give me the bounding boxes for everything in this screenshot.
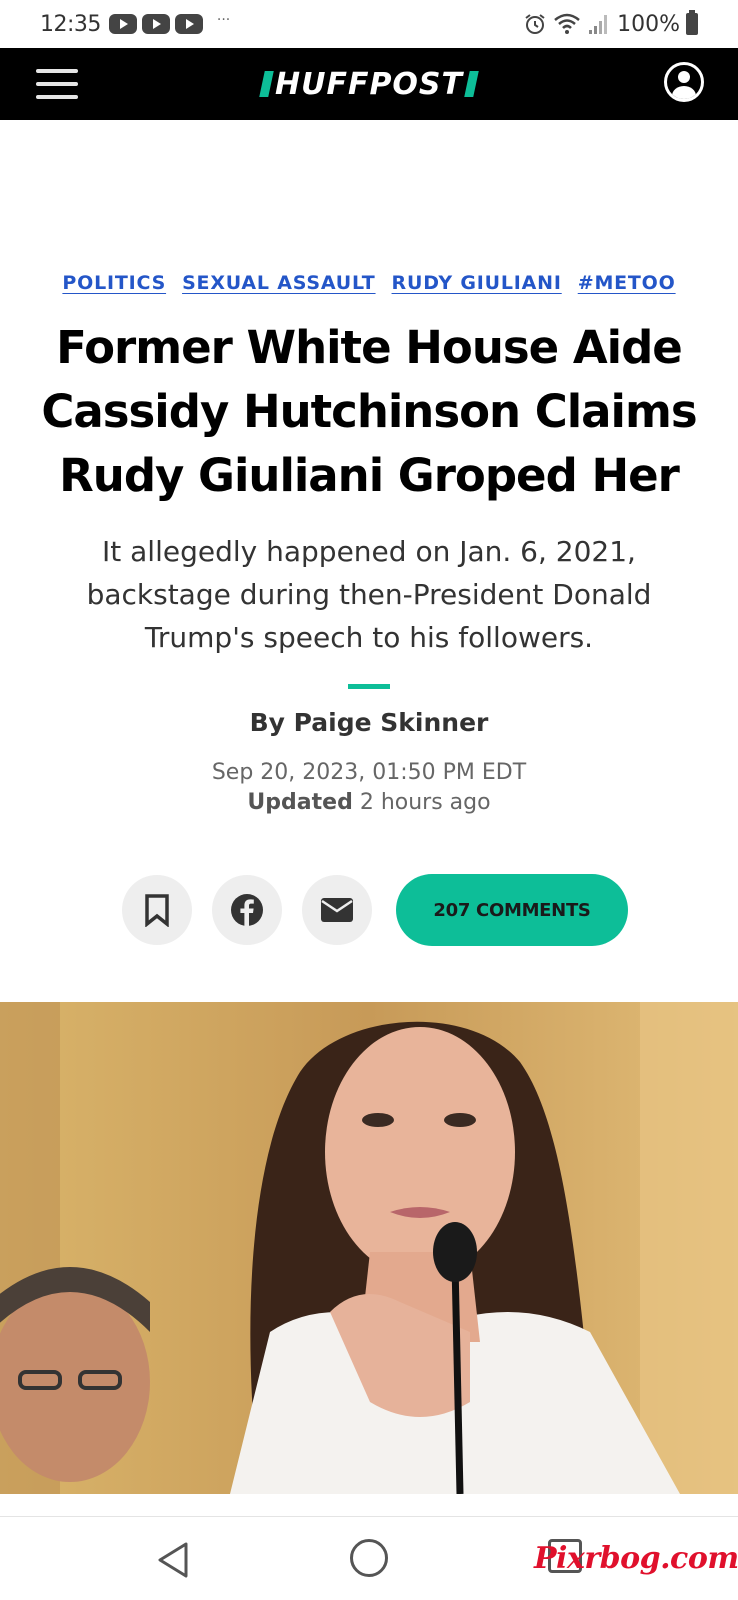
tag-metoo[interactable]: #METOO: [578, 272, 676, 294]
accent-divider: [348, 684, 390, 689]
signal-icon: [589, 15, 608, 34]
battery-percentage: 100%: [617, 11, 680, 37]
email-share-button[interactable]: [302, 875, 372, 945]
article-photo[interactable]: [0, 1002, 738, 1494]
battery-icon: [686, 10, 698, 35]
facebook-share-button[interactable]: [212, 875, 282, 945]
wifi-icon: [554, 13, 580, 34]
updated-line: Updated 2 hours ago: [0, 788, 738, 818]
home-circle-icon[interactable]: [350, 1539, 388, 1577]
updated-value: 2 hours ago: [359, 790, 491, 815]
share-actions: 207 COMMENTS: [122, 874, 628, 946]
status-right: 100%: [523, 10, 698, 37]
tag-sexual-assault[interactable]: SEXUAL ASSAULT: [182, 272, 375, 294]
article-headline: Former White House Aide Cassidy Hutchins…: [41, 321, 697, 502]
huffpost-logo[interactable]: HUFFPOST: [259, 66, 479, 102]
status-time: 12:35: [40, 11, 101, 37]
tag-politics[interactable]: POLITICS: [62, 272, 166, 294]
logo-text: HUFFPOST: [274, 66, 463, 102]
logo-right-bar: [464, 71, 479, 97]
more-notifications-indicator: ···: [216, 12, 231, 28]
user-account-icon[interactable]: [664, 62, 704, 102]
status-bar: 12:35 ··· 100%: [0, 0, 738, 48]
alarm-icon: [525, 14, 545, 34]
youtube-icon: [174, 14, 203, 34]
hamburger-menu-icon[interactable]: [36, 69, 78, 99]
publish-date: Sep 20, 2023, 01:50 PM EDT: [211, 760, 527, 785]
updated-label: Updated: [247, 790, 353, 815]
tag-rudy-giuliani[interactable]: RUDY GIULIANI: [392, 272, 562, 294]
article-tags: POLITICS SEXUAL ASSAULT RUDY GIULIANI #M…: [0, 272, 738, 294]
youtube-icon: [141, 14, 170, 34]
article-dateline: Sep 20, 2023, 01:50 PM EDT Updated 2 hou…: [0, 758, 738, 818]
article-photo-illustration: [0, 1002, 738, 1494]
bookmark-icon: [145, 894, 169, 927]
system-nav-bar: Pixrbog.com: [0, 1516, 738, 1600]
notification-icons: [108, 14, 203, 34]
author-byline[interactable]: By Paige Skinner: [0, 708, 738, 737]
bookmark-button[interactable]: [122, 875, 192, 945]
envelope-icon: [321, 898, 353, 922]
youtube-icon: [108, 14, 137, 34]
back-triangle-icon[interactable]: [156, 1541, 190, 1579]
facebook-icon: [231, 894, 263, 926]
site-header: HUFFPOST: [0, 48, 738, 120]
comments-button[interactable]: 207 COMMENTS: [396, 874, 628, 946]
article-subheadline: It allegedly happened on Jan. 6, 2021, b…: [86, 535, 652, 654]
watermark-text: Pixrbog.com: [534, 1541, 738, 1576]
logo-left-bar: [259, 71, 274, 97]
